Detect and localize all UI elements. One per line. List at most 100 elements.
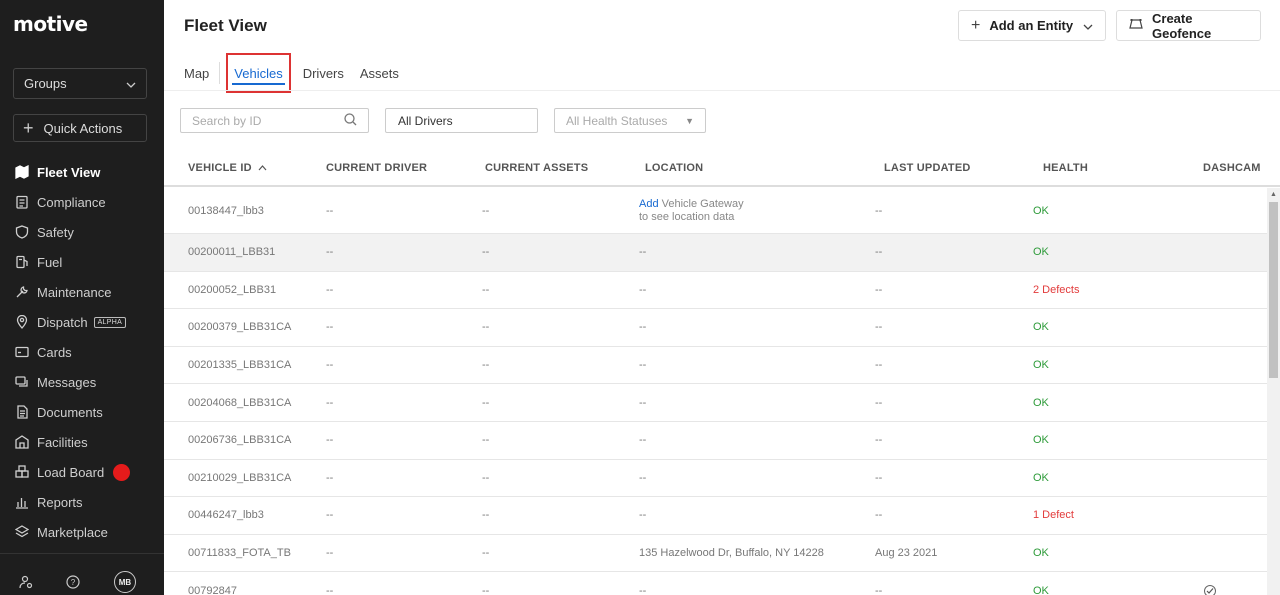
current-driver-cell: -- <box>326 283 334 296</box>
current-assets-cell: -- <box>482 547 490 560</box>
fuel-icon <box>15 255 37 269</box>
add-entity-button[interactable]: + Add an Entity <box>958 10 1106 41</box>
search-input[interactable]: Search by ID <box>180 108 369 133</box>
last-updated-cell: -- <box>875 509 883 522</box>
groups-dropdown[interactable]: Groups <box>13 68 147 99</box>
sidebar-item-fuel[interactable]: Fuel <box>0 247 164 277</box>
vehicle-id-cell: 00206736_LBB31CA <box>188 434 292 447</box>
column-header-health[interactable]: HEALTH <box>1043 162 1088 174</box>
health-status: OK <box>1033 396 1049 409</box>
vehicle-id-cell: 00200379_LBB31CA <box>188 321 292 334</box>
alpha-badge: ALPHA <box>93 316 127 328</box>
tab-vehicles[interactable]: Vehicles <box>226 53 291 93</box>
column-header-current-driver[interactable]: CURRENT DRIVER <box>326 162 427 174</box>
create-geofence-button[interactable]: Create Geofence <box>1116 10 1261 41</box>
quick-actions-button[interactable]: + Quick Actions <box>13 114 147 142</box>
health-status: OK <box>1033 359 1049 372</box>
location-hint: Vehicle Gateway <box>661 197 744 210</box>
sidebar-item-facilities[interactable]: Facilities <box>0 427 164 457</box>
sidebar-item-documents[interactable]: Documents <box>0 397 164 427</box>
health-status: OK <box>1033 434 1049 447</box>
plus-icon: + <box>971 16 981 34</box>
vehicles-table-body: 00138447_lbb3 -- -- Add Vehicle Gateway to s… <box>164 188 1267 595</box>
location-cell: -- <box>639 509 647 522</box>
table-row[interactable]: 00210029_LBB31CA -- -- -- -- OK <box>164 460 1267 498</box>
sidebar: motive Groups + Quick Actions Fleet View… <box>0 0 164 595</box>
sidebar-item-cards[interactable]: Cards <box>0 337 164 367</box>
location-cell: -- <box>639 246 647 259</box>
tab-map[interactable]: Map <box>184 59 209 87</box>
column-header-location[interactable]: LOCATION <box>645 162 703 174</box>
current-assets-cell: -- <box>482 396 490 409</box>
health-status: OK <box>1033 584 1049 595</box>
current-driver-cell: -- <box>326 509 334 522</box>
sidebar-item-label: Compliance <box>37 194 106 210</box>
sidebar-item-marketplace[interactable]: Marketplace <box>0 517 164 547</box>
last-updated-cell: -- <box>875 204 883 217</box>
help-icon[interactable]: ? <box>62 571 84 593</box>
location-cell: -- <box>639 359 647 372</box>
sidebar-item-load-board[interactable]: Load Board <box>0 457 164 487</box>
health-status: OK <box>1033 204 1049 217</box>
caret-down-icon: ▼ <box>685 115 694 126</box>
tab-drivers[interactable]: Drivers <box>303 59 344 87</box>
search-placeholder: Search by ID <box>192 113 262 128</box>
quick-actions-label: Quick Actions <box>43 120 123 136</box>
drivers-filter-select[interactable]: All Drivers <box>385 108 538 133</box>
avatar[interactable]: MB <box>114 571 136 593</box>
last-updated-cell: Aug 23 2021 <box>875 547 938 560</box>
table-row[interactable]: 00792847 -- -- -- -- OK <box>164 572 1267 595</box>
tab-assets[interactable]: Assets <box>360 59 399 87</box>
current-driver-cell: -- <box>326 547 334 560</box>
sidebar-item-messages[interactable]: Messages <box>0 367 164 397</box>
table-row[interactable]: 00204068_LBB31CA -- -- -- -- OK <box>164 384 1267 422</box>
vehicle-id-cell: 00200052_LBB31 <box>188 283 277 296</box>
view-tabs: Map Vehicles Drivers Assets <box>184 53 415 93</box>
table-row[interactable]: 00446247_lbb3 -- -- -- -- 1 Defect <box>164 497 1267 535</box>
sidebar-item-safety[interactable]: Safety <box>0 217 164 247</box>
current-driver-cell: -- <box>326 321 334 334</box>
table-row[interactable]: 00201335_LBB31CA -- -- -- -- OK <box>164 347 1267 385</box>
chevron-down-icon <box>1083 18 1093 33</box>
table-row[interactable]: 00206736_LBB31CA -- -- -- -- OK <box>164 422 1267 460</box>
sidebar-item-compliance[interactable]: Compliance <box>0 187 164 217</box>
location-cell: -- <box>639 434 647 447</box>
column-header-dashcam[interactable]: DASHCAM <box>1203 162 1261 174</box>
sidebar-item-label: Fuel <box>37 254 63 270</box>
table-row[interactable]: 00200379_LBB31CA -- -- -- -- OK <box>164 309 1267 347</box>
table-scrollbar[interactable]: ▲ <box>1267 188 1280 595</box>
location-cell: 135 Hazelwood Dr, Buffalo, NY 14228 <box>639 547 824 560</box>
sidebar-item-fleet-view[interactable]: Fleet View <box>0 157 164 187</box>
create-geofence-label: Create Geofence <box>1152 10 1212 41</box>
geofence-icon <box>1129 17 1143 35</box>
column-header-current-assets[interactable]: CURRENT ASSETS <box>485 162 588 174</box>
map-icon <box>15 165 37 179</box>
sidebar-item-maintenance[interactable]: Maintenance <box>0 277 164 307</box>
sidebar-item-label: Safety <box>37 224 74 240</box>
health-status-select[interactable]: All Health Statuses ▼ <box>554 108 706 133</box>
user-settings-icon[interactable] <box>15 571 37 593</box>
table-row[interactable]: 00711833_FOTA_TB -- -- 135 Hazelwood Dr, Bu… <box>164 535 1267 573</box>
scroll-up-icon[interactable]: ▲ <box>1270 191 1277 198</box>
table-row[interactable]: 00138447_lbb3 -- -- Add Vehicle Gateway to s… <box>164 188 1267 234</box>
current-assets-cell: -- <box>482 359 490 372</box>
sidebar-item-label: Dispatch <box>37 314 88 330</box>
last-updated-cell: -- <box>875 321 883 334</box>
clipboard-icon <box>15 195 37 209</box>
layers-icon <box>15 525 37 539</box>
column-header-last-updated[interactable]: LAST UPDATED <box>884 162 971 174</box>
sidebar-item-reports[interactable]: Reports <box>0 487 164 517</box>
current-driver-cell: -- <box>326 204 334 217</box>
table-row[interactable]: 00200011_LBB31 -- -- -- -- OK <box>164 234 1267 272</box>
sidebar-item-dispatch[interactable]: Dispatch ALPHA <box>0 307 164 337</box>
table-row[interactable]: 00200052_LBB31 -- -- -- -- 2 Defects <box>164 272 1267 310</box>
column-header-vehicle-id[interactable]: VEHICLE ID <box>188 162 267 174</box>
sidebar-item-label: Facilities <box>37 434 88 450</box>
add-gateway-link[interactable]: Add <box>639 198 659 210</box>
search-icon <box>344 112 357 129</box>
scrollbar-thumb[interactable] <box>1269 202 1278 378</box>
add-entity-label: Add an Entity <box>989 18 1074 33</box>
motive-logo[interactable]: motive <box>13 12 88 36</box>
dashcam-check-icon <box>1204 584 1216 595</box>
current-assets-cell: -- <box>482 246 490 259</box>
